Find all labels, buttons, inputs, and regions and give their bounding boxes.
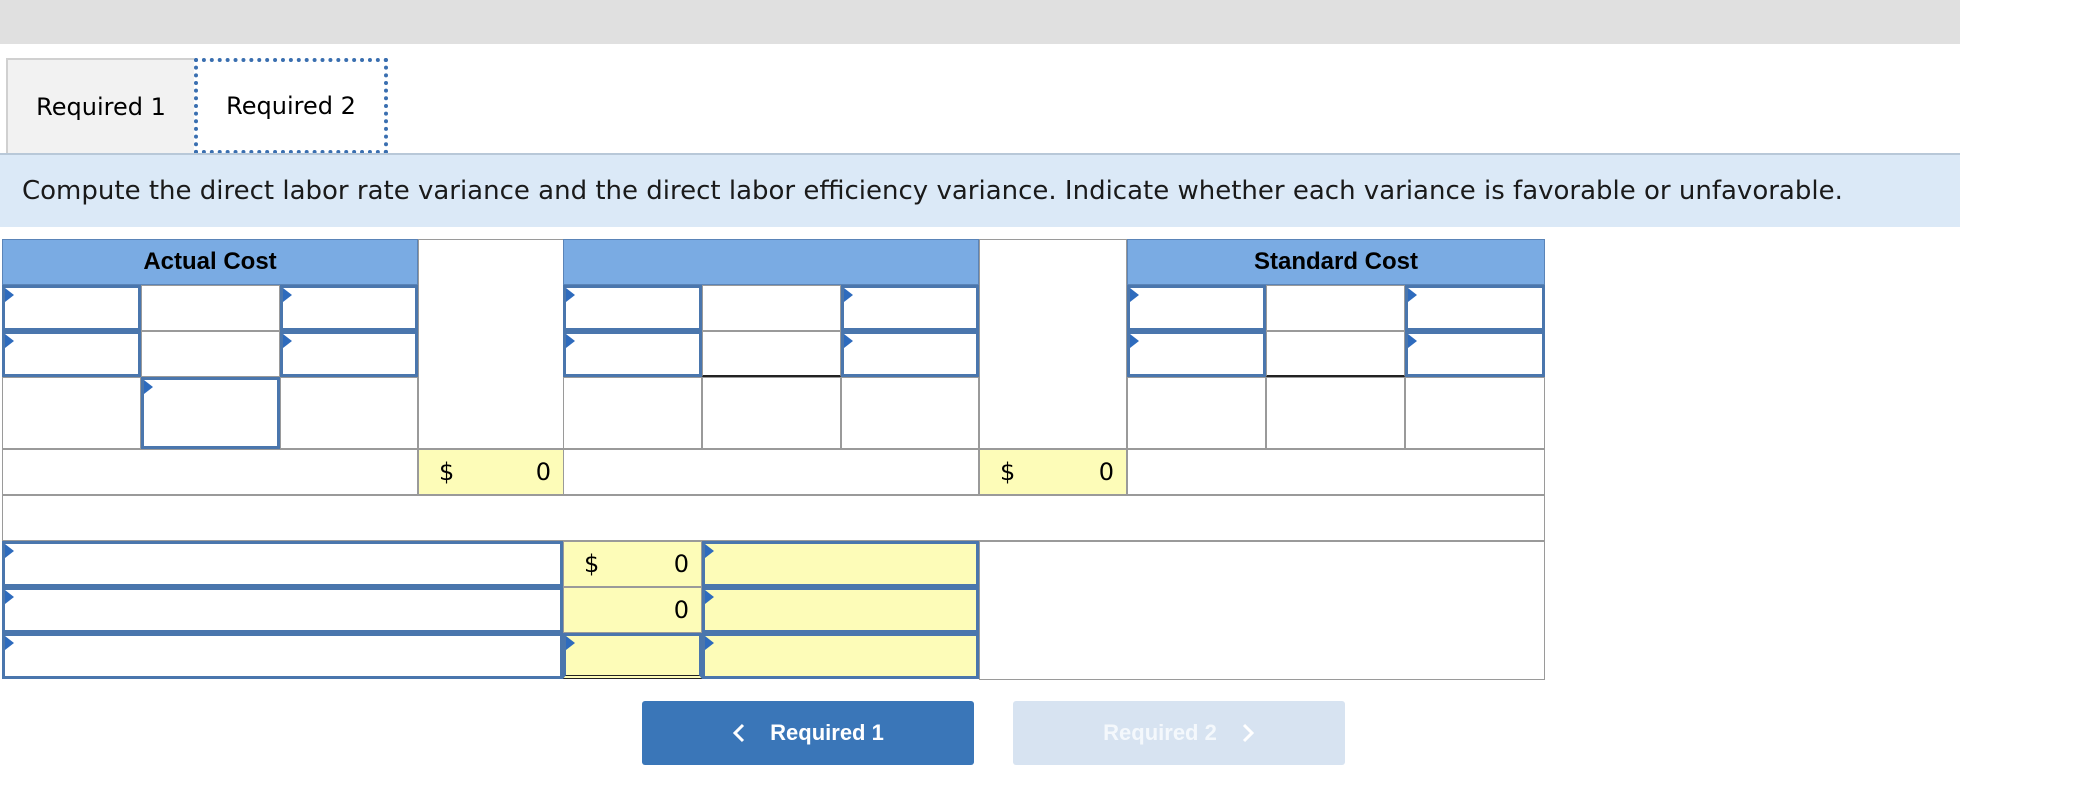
dropdown-marker-icon — [1130, 288, 1139, 302]
operator-cell — [141, 331, 280, 377]
actual-rate-input[interactable] — [280, 331, 418, 377]
dropdown-marker-icon — [5, 334, 14, 348]
standard-hours-dropdown[interactable] — [1127, 285, 1266, 331]
dropdown-marker-icon — [844, 334, 853, 348]
middle-rate-input[interactable] — [841, 331, 979, 377]
dropdown-marker-icon — [283, 288, 292, 302]
variance-label-dropdown[interactable] — [2, 541, 563, 587]
blank-cell — [2, 449, 418, 495]
next-required-button[interactable]: Required 2 — [1013, 701, 1345, 765]
instruction-text: Compute the direct labor rate variance a… — [22, 176, 1843, 206]
variance-type-dropdown[interactable] — [702, 633, 979, 679]
currency-symbol: $ — [439, 458, 455, 486]
chevron-left-icon — [732, 722, 746, 744]
dropdown-marker-icon — [5, 590, 14, 604]
dropdown-marker-icon — [5, 288, 14, 302]
dropdown-marker-icon — [1408, 334, 1417, 348]
chevron-right-icon — [1241, 722, 1255, 744]
tab-label: Required 1 — [36, 93, 166, 121]
variance-amount: $ 0 — [563, 541, 702, 587]
standard-rate-dropdown[interactable] — [1405, 285, 1545, 331]
currency-symbol: $ — [1000, 458, 1016, 486]
blank-cell — [563, 449, 979, 495]
operator-cell — [1266, 331, 1405, 377]
previous-required-button[interactable]: Required 1 — [642, 701, 974, 765]
blank-cell — [280, 377, 418, 449]
middle-header — [563, 239, 979, 285]
variance-worksheet: Actual Cost Standard Cost $ 0 $ 0 $ 0 0 — [2, 239, 1545, 680]
tab-required-2[interactable]: Required 2 — [194, 58, 388, 154]
previous-button-label: Required 1 — [770, 720, 884, 745]
middle-hours-dropdown[interactable] — [563, 285, 702, 331]
spacer-cell — [418, 239, 564, 449]
variance-value: 0 — [673, 596, 689, 624]
variance-label-dropdown[interactable] — [2, 633, 563, 679]
total-value: 0 — [535, 458, 551, 486]
actual-cost-header-label: Actual Cost — [143, 248, 277, 275]
operator-cell — [141, 285, 280, 331]
actual-operator-input[interactable] — [141, 377, 280, 449]
blank-cell — [563, 377, 702, 449]
standard-hours-input[interactable] — [1127, 331, 1266, 377]
standard-cost-header-label: Standard Cost — [1253, 248, 1418, 275]
dropdown-marker-icon — [1130, 334, 1139, 348]
dropdown-marker-icon — [1408, 288, 1417, 302]
blank-cell — [2, 377, 141, 449]
standard-cost-header: Standard Cost — [1127, 239, 1545, 285]
operator-cell — [702, 285, 841, 331]
standard-cost-total: $ 0 — [979, 449, 1127, 495]
middle-hours-input[interactable] — [563, 331, 702, 377]
total-value: 0 — [1098, 458, 1114, 486]
middle-rate-dropdown[interactable] — [841, 285, 979, 331]
top-bar — [0, 0, 1960, 44]
operator-cell — [1266, 285, 1405, 331]
actual-cost-total: $ 0 — [418, 449, 564, 495]
dropdown-marker-icon — [5, 544, 14, 558]
blank-cell — [1127, 377, 1266, 449]
operator-cell — [702, 331, 841, 377]
actual-rate-dropdown[interactable] — [280, 285, 418, 331]
spacer-row — [2, 495, 1545, 541]
variance-label-dropdown[interactable] — [2, 587, 563, 633]
standard-rate-input[interactable] — [1405, 331, 1545, 377]
blank-cell — [841, 377, 979, 449]
spacer-cell — [979, 239, 1127, 449]
dropdown-marker-icon — [566, 334, 575, 348]
blank-cell — [1266, 377, 1405, 449]
dropdown-marker-icon — [566, 288, 575, 302]
dropdown-marker-icon — [844, 288, 853, 302]
dropdown-marker-icon — [283, 334, 292, 348]
dropdown-marker-icon — [5, 636, 14, 650]
variance-type-dropdown[interactable] — [702, 541, 979, 587]
blank-cell — [1405, 377, 1545, 449]
dropdown-marker-icon — [705, 590, 714, 604]
actual-cost-header: Actual Cost — [2, 239, 418, 285]
variance-value: 0 — [673, 550, 689, 578]
currency-symbol: $ — [584, 550, 600, 578]
dropdown-marker-icon — [705, 636, 714, 650]
actual-hours-input[interactable] — [2, 331, 141, 377]
instruction-banner: Compute the direct labor rate variance a… — [0, 155, 1960, 227]
blank-cell — [702, 377, 841, 449]
tab-required-1[interactable]: Required 1 — [6, 58, 196, 154]
dropdown-marker-icon — [705, 544, 714, 558]
blank-cell — [1127, 449, 1545, 495]
variance-type-dropdown[interactable] — [702, 587, 979, 633]
next-button-label: Required 2 — [1103, 720, 1217, 745]
actual-hours-dropdown[interactable] — [2, 285, 141, 331]
variance-amount: 0 — [563, 587, 702, 633]
dropdown-marker-icon — [144, 380, 153, 394]
total-variance-amount — [563, 633, 702, 679]
blank-area — [979, 541, 1545, 680]
dropdown-marker-icon — [566, 636, 575, 650]
tab-label: Required 2 — [226, 92, 356, 120]
